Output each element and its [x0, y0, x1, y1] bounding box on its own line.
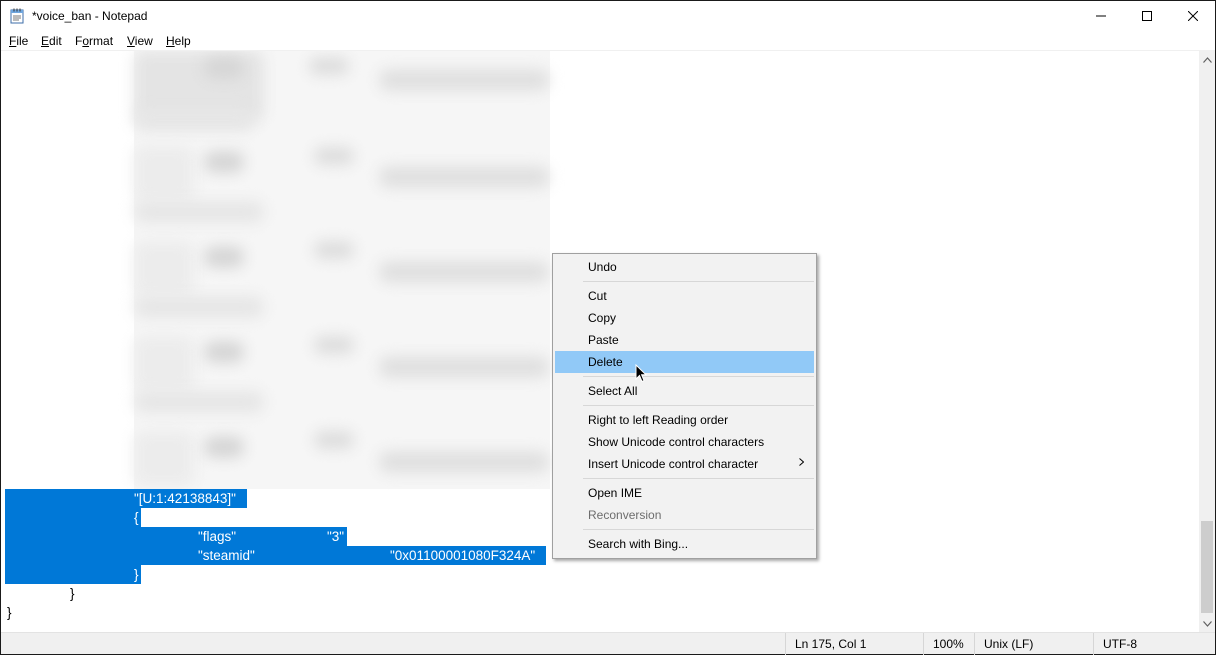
menu-format[interactable]: Format [75, 34, 113, 48]
menu-file-label: ile [16, 34, 29, 48]
redacted-block [379, 451, 549, 473]
menu-item-show-unicode-control[interactable]: Show Unicode control characters [555, 431, 814, 453]
notepad-icon [10, 8, 24, 24]
menu-item-paste[interactable]: Paste [555, 329, 814, 351]
status-zoom: 100% [923, 633, 973, 655]
menu-view-label: iew [134, 34, 153, 48]
menu-item-open-ime[interactable]: Open IME [555, 482, 814, 504]
chevron-right-icon [799, 453, 805, 475]
code-line-brace: } [134, 567, 139, 582]
chevron-up-icon [1202, 56, 1212, 63]
menu-separator [583, 478, 814, 479]
redacted-block [204, 246, 244, 268]
scroll-down-button[interactable] [1199, 615, 1215, 632]
menu-item-delete[interactable]: Delete [555, 351, 814, 373]
code-line-value: "0x01100001080F324A" [390, 548, 536, 563]
code-line-key: "flags" [198, 529, 237, 544]
menu-help-accel: H [166, 34, 175, 48]
code-line-brace: } [7, 605, 12, 620]
status-bar: Ln 175, Col 1 100% Unix (LF) UTF-8 [1, 632, 1215, 655]
menu-item-cut[interactable]: Cut [555, 285, 814, 307]
redacted-block [379, 69, 549, 91]
minimize-icon [1096, 15, 1106, 17]
selection-highlight [5, 527, 347, 546]
status-line-ending: Unix (LF) [974, 633, 1092, 655]
code-line-key: "steamid" [198, 548, 255, 563]
menu-item-copy[interactable]: Copy [555, 307, 814, 329]
menu-bar: File Edit Format View Help [1, 31, 1215, 51]
mouse-cursor-icon [635, 364, 647, 383]
redacted-block [134, 109, 254, 131]
maximize-icon [1142, 11, 1152, 21]
menu-item-reconversion: Reconversion [588, 508, 662, 522]
window-title: *voice_ban - Notepad [32, 9, 148, 23]
selection-highlight [5, 565, 141, 584]
menu-item-insert-unicode-control[interactable]: Insert Unicode control character [555, 453, 814, 475]
menu-item-search-with-bing[interactable]: Search with Bing... [555, 533, 814, 555]
code-line-brace: } [70, 586, 75, 601]
redacted-block [134, 146, 194, 201]
menu-item-select-all[interactable]: Select All [555, 380, 814, 402]
menu-format-label: rmat [89, 34, 114, 48]
code-line-key: "[U:1:42138843]" [134, 491, 236, 506]
code-line-value: "3" [327, 529, 345, 544]
close-button[interactable] [1170, 1, 1216, 31]
menu-help[interactable]: Help [166, 34, 191, 48]
redacted-block [314, 336, 354, 354]
redacted-block [314, 431, 354, 449]
scrollbar-thumb[interactable] [1201, 521, 1213, 613]
menu-item-rtl-reading-order[interactable]: Right to left Reading order [555, 409, 814, 431]
redacted-block [379, 356, 549, 378]
menu-view-accel: V [127, 34, 135, 48]
menu-item-undo[interactable]: Undo [555, 256, 814, 278]
redacted-block [204, 57, 244, 79]
menu-item-insert-unicode-label: Insert Unicode control character [588, 457, 759, 471]
menu-file[interactable]: File [9, 34, 28, 48]
status-encoding: UTF-8 [1093, 633, 1215, 655]
selection-highlight [5, 508, 141, 527]
redacted-region [134, 51, 550, 489]
redacted-block [379, 261, 549, 283]
redacted-block [134, 431, 194, 486]
menu-separator [583, 529, 814, 530]
menu-edit-label: dit [49, 34, 62, 48]
menu-view[interactable]: View [127, 34, 153, 48]
chevron-down-icon [1202, 620, 1212, 627]
close-icon [1188, 11, 1198, 21]
minimize-button[interactable] [1078, 1, 1124, 31]
menu-separator [583, 281, 814, 282]
redacted-block [134, 336, 194, 391]
status-cursor-position: Ln 175, Col 1 [785, 633, 921, 655]
redacted-block [134, 201, 264, 223]
redacted-block [204, 436, 244, 458]
context-menu: Undo Cut Copy Paste Delete Select All Ri… [552, 253, 817, 559]
redacted-block [134, 241, 194, 296]
menu-help-label: elp [174, 34, 191, 48]
vertical-scrollbar[interactable] [1199, 51, 1215, 632]
code-line-brace: { [134, 510, 139, 525]
title-bar[interactable]: *voice_ban - Notepad [1, 1, 1215, 31]
redacted-block [314, 241, 354, 259]
menu-separator [583, 405, 814, 406]
redacted-block [204, 151, 244, 173]
scroll-up-button[interactable] [1199, 51, 1215, 68]
redacted-block [134, 296, 264, 318]
redacted-block [134, 391, 264, 413]
menu-edit[interactable]: Edit [41, 34, 62, 48]
redacted-block [204, 341, 244, 363]
menu-separator [583, 376, 814, 377]
redacted-block [379, 166, 549, 188]
redacted-block [314, 147, 354, 165]
maximize-button[interactable] [1124, 1, 1170, 31]
redacted-block [309, 57, 349, 75]
menu-edit-accel: E [41, 34, 50, 48]
